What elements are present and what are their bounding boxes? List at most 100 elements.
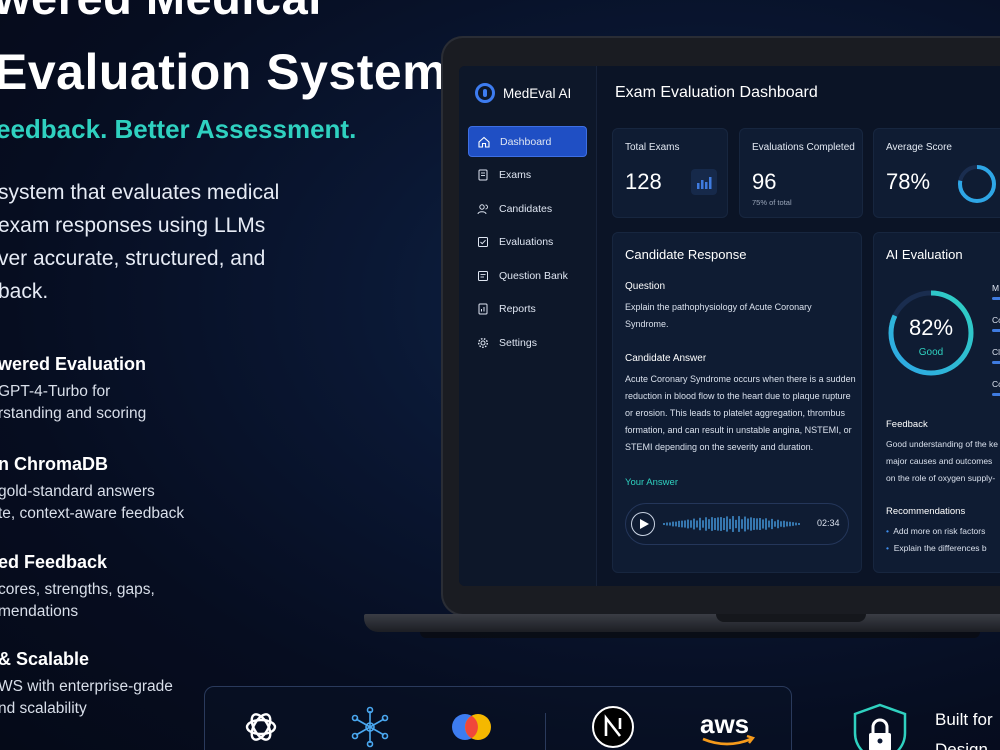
feedback-label: Feedback (886, 419, 928, 430)
sidebar-item-label: Evaluations (499, 236, 554, 248)
sidebar-item-label: Question Bank (499, 269, 568, 282)
chromadb-logo-icon (452, 714, 491, 740)
feature-title: & Scalable (0, 649, 90, 669)
answer-line: Acute Coronary Syndrome occurs when ther… (625, 374, 856, 384)
stat-card-evaluations-completed: Evaluations Completed 96 75% of total (739, 128, 863, 218)
question-text: Explain the pathophysiology of Acute Cor… (625, 299, 812, 333)
laptop-notch (716, 614, 866, 622)
document-icon (477, 169, 489, 181)
answer-label: Candidate Answer (625, 353, 707, 364)
criteria-label: Co (992, 315, 1000, 325)
laptop-base (364, 614, 1000, 632)
criteria-bar (992, 329, 1000, 332)
tech-logo-bar: aws (204, 686, 792, 750)
answer-line: reduction in blood flow to the heart due… (625, 391, 851, 401)
sidebar: MedEval AI Dashboard Exams Candidates Ev… (459, 66, 597, 586)
question-label: Question (625, 281, 666, 292)
criteria-bar (992, 297, 1000, 300)
feature-line: WS with enterprise-grade (0, 678, 173, 695)
gear-icon (477, 337, 489, 349)
feature-description: cores, strengths, gaps, mendations (0, 579, 155, 623)
sidebar-item-question-bank[interactable]: Question Bank (468, 260, 587, 291)
feature-line: gold-standard answers (0, 483, 155, 500)
hero-description-line: back. (0, 280, 49, 303)
question-bank-icon (477, 270, 489, 282)
answer-line: STEMI depending on the severity and dura… (625, 442, 814, 452)
feature-title: wered Evaluation (0, 354, 147, 374)
app-screen: MedEval AI Dashboard Exams Candidates Ev… (459, 66, 1000, 586)
sidebar-item-exams[interactable]: Exams (468, 160, 587, 191)
stat-label: Total Exams (625, 142, 680, 153)
svg-text:aws: aws (700, 709, 749, 739)
recommendation-text: Add more on risk factors (893, 526, 986, 536)
page-title: Exam Evaluation Dashboard (615, 84, 818, 101)
sidebar-item-reports[interactable]: Reports (468, 294, 587, 325)
brand[interactable]: MedEval AI (475, 83, 571, 103)
sidebar-item-dashboard[interactable]: Dashboard (468, 126, 587, 157)
hero-title-line1: wered Medical (0, 0, 322, 25)
feedback-text: Good understanding of the ke major cause… (886, 436, 998, 487)
hero-description: system that evaluates medical exam respo… (0, 176, 279, 308)
answer-line: formation, and can result in unstable an… (625, 425, 852, 435)
recommendation-text: Explain the differences b (893, 543, 987, 553)
sidebar-item-settings[interactable]: Settings (468, 327, 587, 358)
question-line: Syndrome. (625, 319, 669, 329)
feature-title: n ChromaDB (0, 454, 109, 474)
brand-name: MedEval AI (503, 85, 572, 101)
security-shield-icon (853, 703, 907, 750)
stat-value: 128 (625, 169, 662, 194)
criteria-label: M (992, 283, 1000, 293)
report-icon (477, 303, 489, 315)
hero-description-line: system that evaluates medical (0, 181, 280, 204)
feature-structured-feedback: ed Feedback cores, strengths, gaps, mend… (0, 552, 155, 623)
evaluation-rating: Good (918, 347, 944, 358)
answer-text: Acute Coronary Syndrome occurs when ther… (625, 371, 856, 456)
feature-line: nd scalability (0, 700, 87, 717)
feedback-line: major causes and outcomes (886, 456, 993, 466)
users-icon (477, 203, 489, 215)
sidebar-item-candidates[interactable]: Candidates (468, 193, 587, 224)
feedback-line: Good understanding of the ke (886, 439, 998, 449)
openai-logo-icon (245, 713, 277, 741)
stat-label: Evaluations Completed (752, 142, 855, 153)
sidebar-nav: Dashboard Exams Candidates Evaluations Q… (468, 126, 587, 361)
audio-waveform[interactable] (662, 514, 802, 534)
ai-evaluation-panel: AI Evaluation 82% Good M Co Cl Co Feedba… (873, 232, 1000, 573)
checklist-icon (477, 236, 489, 248)
feature-scalable: & Scalable WS with enterprise-grade nd s… (0, 649, 173, 720)
design-heading: Design (935, 740, 988, 750)
feature-line: te, context-aware feedback (0, 505, 185, 522)
stat-card-average-score: Average Score 78% (873, 128, 1000, 218)
feature-description: gold-standard answers te, context-aware … (0, 481, 184, 525)
sidebar-item-label: Candidates (499, 202, 553, 215)
recommendations-list: • Add more on risk factors • Explain the… (886, 523, 987, 557)
answer-line: or erosion. This leads to platelet aggre… (625, 408, 845, 418)
aws-logo-icon: aws (700, 709, 756, 746)
bar-chart-icon (691, 169, 717, 195)
panel-title: Candidate Response (625, 247, 747, 262)
home-icon (478, 136, 490, 148)
recommendations-label: Recommendations (886, 506, 966, 517)
sidebar-item-label: Settings (499, 336, 537, 349)
feature-line: GPT-4-Turbo for (0, 383, 111, 400)
recommendation-item: • Explain the differences b (886, 543, 987, 553)
hero-tagline: eedback. Better Assessment. (0, 114, 357, 144)
hero-description-line: ver accurate, structured, and (0, 247, 266, 270)
audio-duration: 02:34 (817, 518, 840, 528)
play-button[interactable] (631, 512, 655, 536)
stat-value: 78% (886, 169, 931, 194)
stat-label: Average Score (886, 142, 952, 153)
stat-card-total-exams: Total Exams 128 (612, 128, 728, 218)
feature-description: GPT-4-Turbo for rstanding and scoring (0, 381, 146, 425)
criteria-label: Cl (992, 347, 1000, 357)
sidebar-item-evaluations[interactable]: Evaluations (468, 227, 587, 258)
feature-chromadb: n ChromaDB gold-standard answers te, con… (0, 454, 184, 525)
candidate-response-panel: Candidate Response Question Explain the … (612, 232, 862, 573)
average-score-ring (958, 165, 996, 203)
built-for-heading: Built for (935, 710, 993, 729)
feature-title: ed Feedback (0, 552, 108, 572)
criteria-bar (992, 361, 1000, 364)
hero-title-line2: Evaluation System (0, 44, 448, 100)
laptop-shadow (420, 632, 980, 638)
logo-divider (545, 713, 546, 750)
